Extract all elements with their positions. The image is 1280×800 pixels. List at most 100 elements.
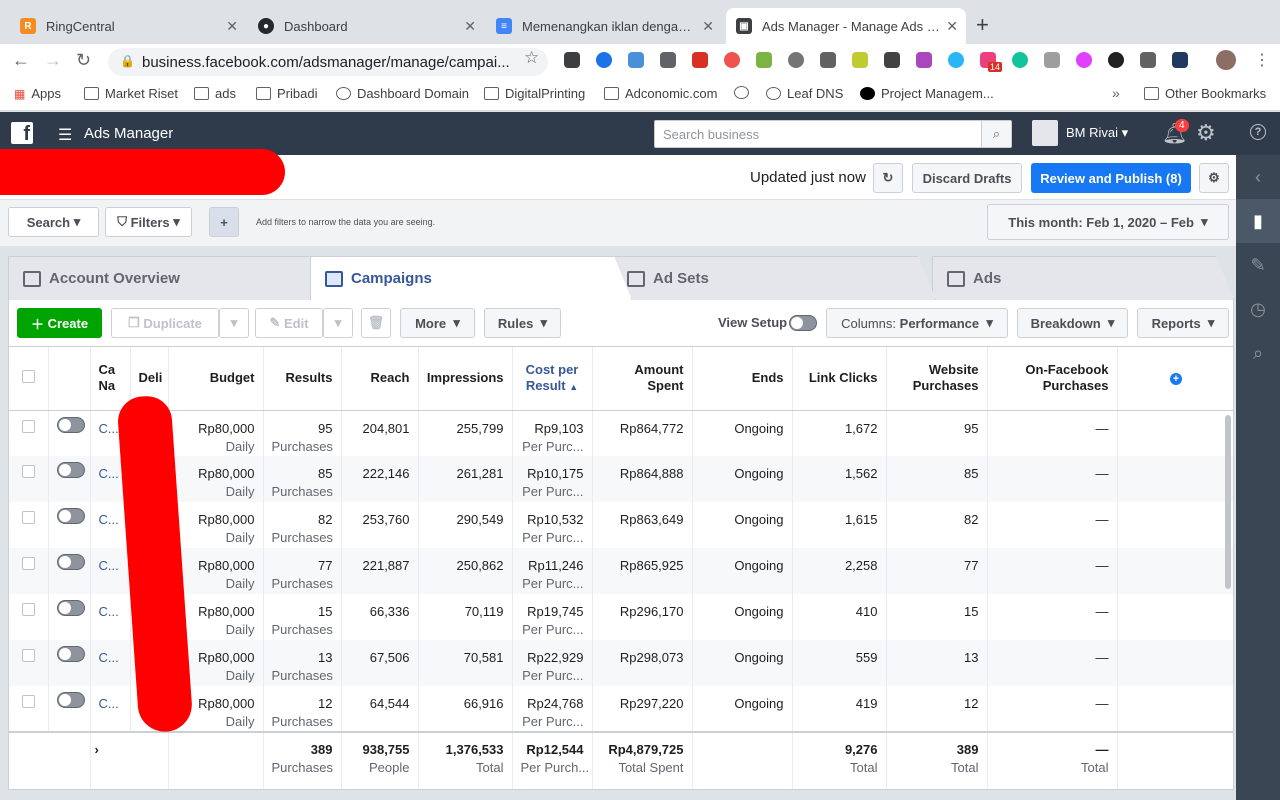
row-toggle[interactable] (48, 594, 91, 640)
extension-icon[interactable] (916, 52, 932, 68)
add-column-icon[interactable]: + (1170, 373, 1182, 386)
close-tab-icon[interactable]: ✕ (702, 18, 714, 35)
duplicate-button[interactable]: ❐ Duplicate (111, 308, 219, 338)
collapse-panel-icon[interactable]: ‹ (1236, 155, 1280, 199)
add-filter-button[interactable]: + (209, 207, 239, 237)
campaign-status-toggle[interactable] (56, 416, 85, 433)
columns-dropdown[interactable]: Columns: Performance ▾ (826, 308, 1008, 338)
create-button[interactable]: ＋ Create (17, 308, 102, 338)
bookmark-item[interactable]: ads (194, 86, 236, 101)
bookmark-folder[interactable]: Adconomic.com (604, 86, 717, 101)
row-checkbox[interactable] (21, 465, 35, 478)
campaign-name-link[interactable]: C... (99, 558, 119, 573)
menu-icon[interactable]: ⋮ (1254, 50, 1270, 70)
table-row[interactable]: C... Rp80,000 Daily 85 Purchases 222,146 261,2… (9, 456, 1233, 502)
campaign-name-link[interactable]: C... (99, 512, 119, 527)
expand-totals[interactable]: › (90, 731, 169, 789)
column-header-amount-spent[interactable]: Amount Spent (592, 347, 693, 411)
extension-icon[interactable] (788, 52, 804, 68)
history-clock-icon[interactable]: ◷ (1236, 287, 1280, 331)
row-select[interactable] (9, 594, 49, 640)
duplicate-dropdown[interactable]: ▾ (219, 308, 249, 338)
edit-button[interactable]: ✎ Edit (255, 308, 323, 338)
filters-dropdown[interactable]: ⛉ Filters ▾ (105, 207, 192, 237)
bookmark-item[interactable]: Leaf DNS (766, 86, 843, 101)
more-bookmarks-icon[interactable]: » (1112, 85, 1120, 101)
row-select[interactable] (9, 640, 49, 686)
extension-icon[interactable] (1172, 52, 1188, 68)
tab-ad-sets[interactable]: Ad Sets (612, 256, 936, 300)
close-tab-icon[interactable]: ✕ (946, 18, 958, 35)
column-header-ends[interactable]: Ends (692, 347, 793, 411)
browser-tab[interactable]: ● Dashboard ✕ (248, 8, 484, 44)
breakdown-dropdown[interactable]: Breakdown ▾ (1017, 308, 1128, 338)
bookmark-folder[interactable]: Market Riset (84, 86, 178, 101)
more-dropdown[interactable]: More ▾ (400, 308, 475, 338)
campaign-status-toggle[interactable] (56, 600, 85, 616)
new-tab-icon[interactable]: + (976, 12, 989, 38)
campaign-status-toggle[interactable] (56, 554, 85, 570)
browser-tab[interactable]: ≡ Memenangkan iklan dengan ko ✕ (486, 8, 722, 44)
column-header-impressions[interactable]: Impressions (418, 347, 513, 411)
extension-icon[interactable] (1140, 52, 1156, 68)
extension-icon[interactable] (1044, 52, 1060, 68)
extension-icon[interactable] (564, 52, 580, 68)
bookmark-item[interactable]: Dashboard Domain (336, 86, 469, 101)
column-header-onfb-purchases[interactable]: On-Facebook Purchases (987, 347, 1118, 411)
campaign-name-link[interactable]: C... (99, 604, 119, 619)
extension-icon[interactable] (628, 52, 644, 68)
review-publish-button[interactable]: Review and Publish (8) (1031, 163, 1191, 193)
view-setup-toggle[interactable] (789, 315, 817, 334)
tab-account-overview[interactable]: Account Overview (8, 256, 330, 300)
charts-icon[interactable]: ▮ (1236, 199, 1280, 243)
grammarly-icon[interactable] (1012, 52, 1028, 68)
bookmark-star-icon[interactable]: ☆ (524, 48, 539, 68)
settings-gear-icon[interactable]: ⚙ (1196, 120, 1216, 146)
row-checkbox[interactable] (21, 419, 35, 433)
select-all-header[interactable] (9, 347, 49, 411)
row-toggle[interactable] (48, 410, 91, 456)
campaign-status-toggle[interactable] (56, 692, 85, 708)
business-avatar[interactable] (1032, 120, 1058, 146)
browser-tab[interactable]: R RingCentral ✕ (10, 8, 246, 44)
delete-button[interactable]: 🗑︎ (361, 308, 391, 338)
date-range-picker[interactable]: This month: Feb 1, 2020 – Feb ▾ (987, 204, 1229, 240)
campaign-name-cell[interactable]: C... (90, 548, 131, 594)
url-field[interactable]: 🔒 business.facebook.com/adsmanager/manag… (108, 48, 548, 76)
row-toggle[interactable] (48, 686, 91, 732)
add-column-header[interactable]: + (1117, 347, 1233, 411)
business-switcher[interactable]: BM Rivai ▾ (1066, 125, 1128, 141)
table-row[interactable]: C... Rp80,000 Daily 12 Purchases 64,544 66,916… (9, 686, 1233, 732)
browser-tab-active[interactable]: ▣ Ads Manager - Manage Ads - C ✕ (726, 8, 966, 44)
extension-icon[interactable] (852, 52, 868, 68)
inspect-search-icon[interactable]: ⌕ (1236, 331, 1280, 375)
search-dropdown[interactable]: Search ▾ (8, 207, 99, 237)
campaign-name-cell[interactable]: C... (90, 686, 131, 732)
row-toggle[interactable] (48, 456, 91, 502)
extension-icon[interactable] (884, 52, 900, 68)
refresh-button[interactable]: ↻ (873, 163, 903, 193)
extension-icon[interactable] (1076, 52, 1092, 68)
table-row[interactable]: C... Rp80,000 Daily 77 Purchases 221,887 250,8… (9, 548, 1233, 594)
campaign-status-toggle[interactable] (56, 508, 85, 524)
forward-icon[interactable]: → (44, 50, 62, 71)
column-header-budget[interactable]: Budget (168, 347, 264, 411)
column-header-link-clicks[interactable]: Link Clicks (792, 347, 887, 411)
edit-pencil-icon[interactable]: ✎ (1236, 243, 1280, 287)
rules-dropdown[interactable]: Rules ▾ (484, 308, 561, 338)
bookmark-folder[interactable]: Pribadi (256, 86, 317, 101)
row-toggle[interactable] (48, 502, 91, 548)
campaign-status-toggle[interactable] (56, 462, 85, 478)
profile-avatar[interactable] (1216, 50, 1236, 70)
settings-button[interactable]: ⚙ (1199, 163, 1229, 193)
tab-campaigns[interactable]: Campaigns (310, 256, 632, 300)
select-all-checkbox[interactable] (21, 369, 35, 383)
row-select[interactable] (9, 456, 49, 502)
discard-drafts-button[interactable]: Discard Drafts (912, 163, 1022, 193)
row-select[interactable] (9, 410, 49, 456)
reports-dropdown[interactable]: Reports ▾ (1137, 308, 1229, 338)
row-select[interactable] (9, 502, 49, 548)
bookmark-folder[interactable]: Other Bookmarks (1144, 86, 1266, 101)
facebook-logo-icon[interactable]: f (11, 122, 33, 144)
table-scrollbar[interactable] (1225, 415, 1231, 589)
